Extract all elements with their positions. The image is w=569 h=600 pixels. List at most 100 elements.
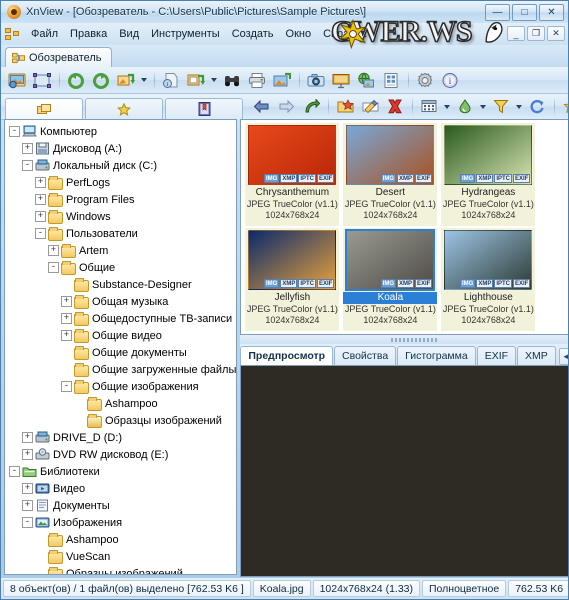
view-mode-dropdown-arrow[interactable] xyxy=(442,95,451,118)
tree-expand-toggle[interactable]: + xyxy=(61,296,72,307)
tree-node[interactable]: + Дисковод (A:) xyxy=(5,140,236,157)
menu-item-view[interactable]: Вид xyxy=(113,26,145,42)
menu-item-edit[interactable]: Правка xyxy=(64,26,113,42)
menu-item-window[interactable]: Окно xyxy=(280,26,318,42)
batch-convert-button[interactable] xyxy=(184,69,208,92)
print-button[interactable] xyxy=(245,69,269,92)
open-image-button[interactable] xyxy=(5,69,29,92)
tree-node[interactable]: - Общие xyxy=(5,259,236,276)
tree-node[interactable]: + Общедоступные ТВ-записи xyxy=(5,310,236,327)
thumbnail-item[interactable]: IMG XMP IPTC EXIF Jellyfish JPEG TrueColor (v… xyxy=(245,228,340,331)
rotate-left-button[interactable] xyxy=(64,69,88,92)
tree-node[interactable]: + Общая музыка xyxy=(5,293,236,310)
delete-button[interactable] xyxy=(383,95,407,118)
tree-expand-toggle[interactable]: + xyxy=(48,245,59,256)
web-page-button[interactable] xyxy=(354,69,378,92)
preview-tab[interactable]: XMP xyxy=(517,346,556,365)
back-button[interactable] xyxy=(249,95,273,118)
preview-tab[interactable]: EXIF xyxy=(476,346,517,365)
up-button[interactable] xyxy=(299,95,323,118)
thumbnail-item[interactable]: IMG XMP IPTC EXIF Hydrangeas JPEG TrueColor (… xyxy=(441,123,536,226)
menu-item-create[interactable]: Создать xyxy=(226,26,280,42)
mdi-close-button[interactable]: ✕ xyxy=(547,26,565,41)
window-minimize-button[interactable]: — xyxy=(485,3,510,21)
tree-expand-toggle[interactable]: + xyxy=(22,449,33,460)
tree-collapse-toggle[interactable]: - xyxy=(22,517,33,528)
tree-node[interactable]: Ashampoo xyxy=(5,531,236,548)
tree-node[interactable]: Образцы изображений xyxy=(5,565,236,574)
thumbnail-item[interactable]: IMG XMP IPTC EXIF Chrysanthemum JPEG TrueColo… xyxy=(245,123,340,226)
menu-item-file[interactable]: Файл xyxy=(25,26,64,42)
tree-node[interactable]: + Документы xyxy=(5,497,236,514)
sort-button[interactable] xyxy=(453,95,477,118)
tree-node[interactable]: Общие загруженные файлы xyxy=(5,361,236,378)
tree-node[interactable]: Substance-Designer xyxy=(5,276,236,293)
tree-node[interactable]: VueScan xyxy=(5,548,236,565)
tree-node[interactable]: - Пользователи xyxy=(5,225,236,242)
favorites-add-button[interactable] xyxy=(559,95,568,118)
tree-node[interactable]: + PerfLogs xyxy=(5,174,236,191)
convert-dropdown-arrow[interactable] xyxy=(139,69,148,92)
settings-button[interactable] xyxy=(413,69,437,92)
tree-expand-toggle[interactable]: + xyxy=(61,313,72,324)
preview-tab[interactable]: Предпросмотр xyxy=(240,346,334,365)
thumbnail-item[interactable]: IMG XMP IPTC EXIF Lighthouse JPEG TrueColor (… xyxy=(441,228,536,331)
preview-image[interactable] xyxy=(240,365,568,577)
tree-expand-toggle[interactable]: + xyxy=(22,500,33,511)
document-tab-browser[interactable]: Обозреватель xyxy=(5,47,112,67)
filter-button[interactable] xyxy=(489,95,513,118)
file-info-button[interactable]: i xyxy=(159,69,183,92)
window-maximize-button[interactable]: □ xyxy=(512,3,537,21)
sort-dropdown-arrow[interactable] xyxy=(478,95,487,118)
new-folder-button[interactable] xyxy=(333,95,357,118)
filter-dropdown-arrow[interactable] xyxy=(514,95,523,118)
about-button[interactable]: i xyxy=(438,69,462,92)
tree-node[interactable]: - Локальный диск (C:) xyxy=(5,157,236,174)
tree-node[interactable]: + Artem xyxy=(5,242,236,259)
tree-node[interactable]: - Компьютер xyxy=(5,123,236,140)
tree-node[interactable]: + Program Files xyxy=(5,191,236,208)
menu-item-help[interactable]: Справка xyxy=(317,26,372,42)
capture-button[interactable] xyxy=(304,69,328,92)
tree-node[interactable]: + DVD RW дисковод (E:) xyxy=(5,446,236,463)
tree-node[interactable]: Ashampoo xyxy=(5,395,236,412)
thumbnail-item[interactable]: IMG XMP EXIF Koala JPEG TrueColor (v1.1) 1024… xyxy=(343,228,438,331)
menu-item-tools[interactable]: Инструменты xyxy=(145,26,226,42)
preview-tab[interactable]: Свойства xyxy=(334,346,397,365)
tree-node[interactable]: Общие документы xyxy=(5,344,236,361)
rename-button[interactable] xyxy=(358,95,382,118)
tree-collapse-toggle[interactable]: - xyxy=(48,262,59,273)
convert-button[interactable] xyxy=(114,69,138,92)
tree-collapse-toggle[interactable]: - xyxy=(22,160,33,171)
tree-node[interactable]: - Изображения xyxy=(5,514,236,531)
window-close-button[interactable]: ✕ xyxy=(539,3,564,21)
export-button[interactable] xyxy=(270,69,294,92)
tree-node[interactable]: + DRIVE_D (D:) xyxy=(5,429,236,446)
tree-node[interactable]: - Библиотеки xyxy=(5,463,236,480)
refresh-button[interactable] xyxy=(525,95,549,118)
tree-collapse-toggle[interactable]: - xyxy=(9,466,20,477)
mdi-minimize-button[interactable]: _ xyxy=(507,26,525,41)
tree-expand-toggle[interactable]: + xyxy=(22,143,33,154)
tree-expand-toggle[interactable]: + xyxy=(35,177,46,188)
tree-node[interactable]: + Windows xyxy=(5,208,236,225)
favorites-tab[interactable] xyxy=(85,97,163,120)
pane-splitter[interactable] xyxy=(240,335,568,344)
tree-node[interactable]: - Общие изображения xyxy=(5,378,236,395)
tree-node[interactable]: Образцы изображений xyxy=(5,412,236,429)
tree-collapse-toggle[interactable]: - xyxy=(9,126,20,137)
tree-expand-toggle[interactable]: + xyxy=(61,330,72,341)
thumbnail-item[interactable]: IMG XMP EXIF Desert JPEG TrueColor (v1.1) 102… xyxy=(343,123,438,226)
tree-expand-toggle[interactable]: + xyxy=(35,211,46,222)
preview-tab-prev-button[interactable]: ◄ xyxy=(558,348,568,365)
slideshow-button[interactable] xyxy=(329,69,353,92)
tree-node[interactable]: + Видео xyxy=(5,480,236,497)
categories-tab[interactable] xyxy=(165,97,243,120)
tree-collapse-toggle[interactable]: - xyxy=(35,228,46,239)
view-mode-button[interactable] xyxy=(417,95,441,118)
fullscreen-button[interactable] xyxy=(30,69,54,92)
tree-expand-toggle[interactable]: + xyxy=(22,432,33,443)
folder-tree[interactable]: - Компьютер + Дисковод (A:) - Локальный диск … xyxy=(4,119,238,575)
tree-expand-toggle[interactable]: + xyxy=(22,483,33,494)
contact-sheet-button[interactable] xyxy=(379,69,403,92)
